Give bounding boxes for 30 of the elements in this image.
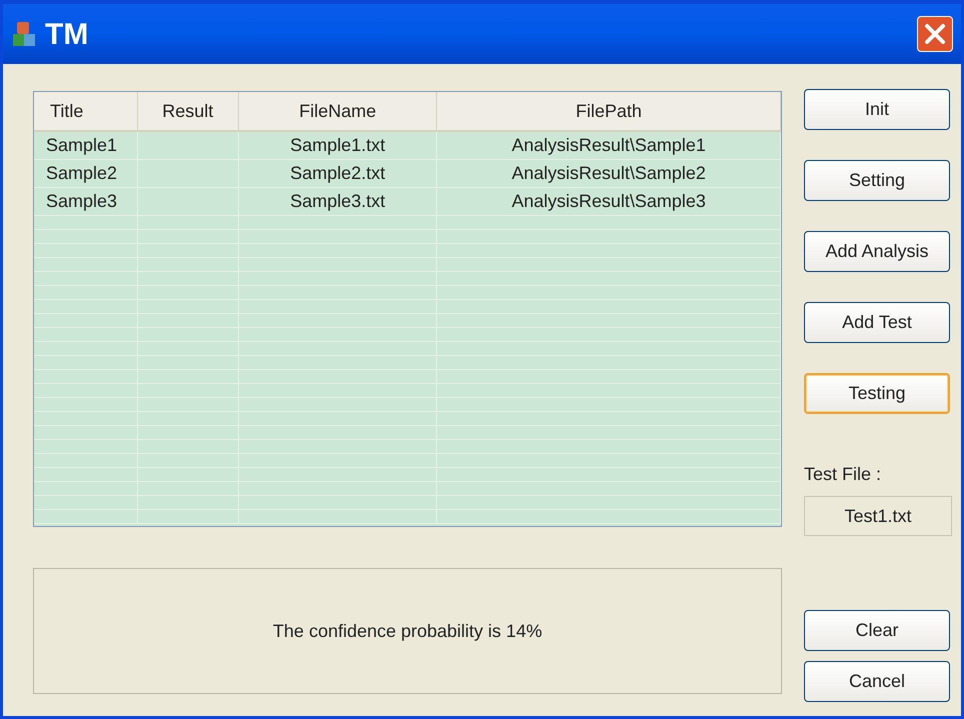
button[interactable]: Cancel [804,661,950,702]
table-cell-text: Sample1.txt [290,134,386,157]
table-cell-text: AnalysisResult\Sample3 [512,190,706,213]
table-cell-text: AnalysisResult\Sample2 [512,162,706,185]
window-title: TM [45,16,88,52]
message-text: The confidence probability is 14% [272,620,542,643]
column-header[interactable]: Result [138,92,239,130]
button[interactable]: Clear [804,610,950,651]
button[interactable]: Testing [804,373,950,414]
table-row[interactable]: Sample2 Sample2.txt AnalysisResult\Sample2 [34,160,781,188]
close-icon [924,23,946,45]
column-header[interactable]: FileName [238,92,438,130]
table-row[interactable]: Sample3 Sample3.txt AnalysisResult\Sample3 [34,188,781,216]
table-row[interactable]: Sample1 Sample1.txt AnalysisResult\Sample1 [34,132,781,160]
app-icon [11,20,37,48]
test-file-label: Test File : [804,463,882,486]
button[interactable]: Setting [804,160,950,201]
test-file-field: Test1.txt [804,496,952,536]
table-cell-text: AnalysisResult\Sample1 [512,134,706,157]
column-header[interactable]: Title [34,92,138,130]
table-cell-text: Sample2.txt [290,162,386,185]
button[interactable]: Add Analysis [804,231,950,272]
button[interactable]: Add Test [804,302,950,343]
column-header[interactable]: FilePath [437,92,781,130]
close-button[interactable] [917,16,953,52]
table-cell-text: Sample3.txt [290,190,386,213]
table-cell-text: Sample1 [46,134,118,157]
table-cell-text: Sample2 [46,162,118,185]
table-cell-text: Sample3 [46,190,118,213]
button[interactable]: Init [804,89,950,130]
